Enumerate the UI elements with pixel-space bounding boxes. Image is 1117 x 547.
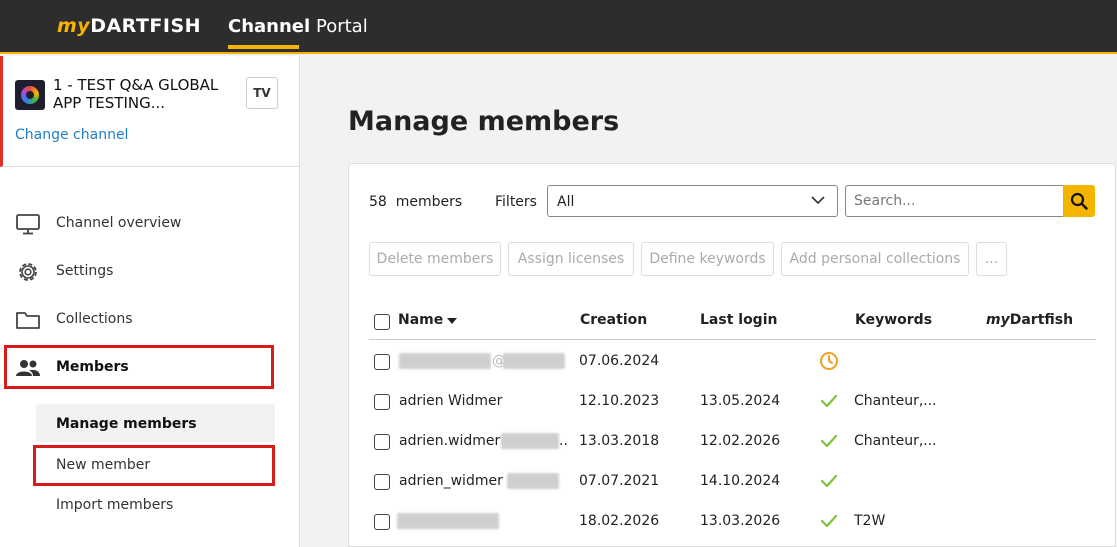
- last-login-date: 12.02.2026: [700, 433, 781, 449]
- creation-date: 07.06.2024: [579, 353, 660, 369]
- table-row[interactable]: @ 07.06.2024: [369, 341, 1096, 381]
- active-nav-indicator: [228, 45, 299, 49]
- member-name: adrien.widmer: [399, 433, 501, 449]
- search-input[interactable]: [845, 185, 1064, 217]
- subnav-manage-members[interactable]: Manage members: [36, 404, 275, 442]
- check-icon: [820, 434, 838, 448]
- select-all-checkbox[interactable]: [374, 314, 390, 330]
- members-count: 58 members: [369, 194, 463, 210]
- check-icon: [820, 394, 838, 408]
- highlight-box-members: [4, 345, 274, 389]
- channel-card: 1 - TEST Q&A GLOBAL APP TESTING... TV Ch…: [0, 56, 299, 167]
- redacted-name: [397, 513, 499, 529]
- search-button[interactable]: [1063, 185, 1095, 217]
- delete-members-button[interactable]: Delete members: [369, 242, 501, 276]
- redacted-name: [507, 473, 559, 489]
- table-row[interactable]: adrien Widmer 12.10.2023 13.05.2024 Chan…: [369, 381, 1096, 421]
- sidebar: 1 - TEST Q&A GLOBAL APP TESTING... TV Ch…: [0, 56, 300, 547]
- redacted-name: [501, 433, 559, 449]
- redacted-name: [399, 353, 491, 369]
- chevron-down-icon: [811, 196, 825, 205]
- filters-label: Filters: [495, 194, 537, 210]
- column-last-login[interactable]: Last login: [700, 312, 777, 328]
- folder-icon: [16, 312, 40, 329]
- filter-select[interactable]: All: [547, 185, 838, 217]
- last-login-date: 13.05.2024: [700, 393, 781, 409]
- table-header: Name Creation Last login Keywords myDart…: [369, 304, 1096, 340]
- row-checkbox[interactable]: [374, 474, 390, 490]
- member-name: adrien Widmer: [399, 393, 503, 409]
- keywords: Chanteur,...: [854, 393, 937, 409]
- channel-type-badge: TV: [246, 77, 278, 109]
- table-row[interactable]: adrien.widmer .. 13.03.2018 12.02.2026 C…: [369, 421, 1096, 461]
- table-row[interactable]: adrien_widmer 07.07.2021 14.10.2024: [369, 461, 1096, 501]
- row-checkbox[interactable]: [374, 434, 390, 450]
- clock-icon: [820, 352, 838, 370]
- sort-desc-icon[interactable]: [447, 318, 457, 324]
- mydartfish-logo[interactable]: myDARTFISH: [57, 15, 201, 37]
- more-actions-button[interactable]: ...: [976, 242, 1007, 276]
- assign-licenses-button[interactable]: Assign licenses: [508, 242, 634, 276]
- change-channel-link[interactable]: Change channel: [15, 127, 128, 143]
- sidebar-item-label: Channel overview: [56, 215, 182, 231]
- add-personal-collections-button[interactable]: Add personal collections: [781, 242, 969, 276]
- name-ellipsis: ..: [559, 433, 568, 449]
- creation-date: 18.02.2026: [579, 513, 660, 529]
- row-checkbox[interactable]: [374, 514, 390, 530]
- column-name[interactable]: Name: [398, 312, 443, 328]
- sidebar-item-collections[interactable]: Collections: [0, 300, 299, 340]
- redacted-name: [503, 353, 565, 369]
- check-icon: [820, 514, 838, 528]
- monitor-icon: [16, 214, 40, 235]
- column-mydartfish[interactable]: myDartfish: [986, 312, 1073, 328]
- column-creation[interactable]: Creation: [580, 312, 647, 328]
- sidebar-item-channel-overview[interactable]: Channel overview: [0, 204, 299, 244]
- last-login-date: 13.03.2026: [700, 513, 781, 529]
- column-keywords[interactable]: Keywords: [855, 312, 932, 328]
- search-icon: [1070, 192, 1088, 210]
- highlight-box-new-member: [33, 445, 275, 486]
- row-checkbox[interactable]: [374, 354, 390, 370]
- sidebar-item-settings[interactable]: Settings: [0, 252, 299, 292]
- subnav-label: Manage members: [56, 416, 197, 432]
- sidebar-item-label: Settings: [56, 263, 114, 279]
- channel-logo: [15, 80, 45, 110]
- subnav-label: Import members: [56, 497, 174, 513]
- table-row[interactable]: 18.02.2026 13.03.2026 T2W: [369, 501, 1096, 541]
- nav-channel[interactable]: Channel: [228, 16, 310, 37]
- filter-value: All: [557, 194, 575, 210]
- row-checkbox[interactable]: [374, 394, 390, 410]
- channel-name: 1 - TEST Q&A GLOBAL APP TESTING...: [53, 76, 219, 112]
- keywords: T2W: [854, 513, 886, 529]
- nav-portal[interactable]: Portal: [316, 16, 368, 37]
- top-bar: myDARTFISH Channel Portal: [0, 0, 1117, 54]
- creation-date: 07.07.2021: [579, 473, 660, 489]
- page-title: Manage members: [348, 106, 620, 137]
- define-keywords-button[interactable]: Define keywords: [641, 242, 774, 276]
- members-panel: 58 members Filters All Delete members As…: [348, 163, 1116, 547]
- last-login-date: 14.10.2024: [700, 473, 781, 489]
- sidebar-item-label: Collections: [56, 311, 133, 327]
- gear-icon: [19, 263, 37, 281]
- check-icon: [820, 474, 838, 488]
- creation-date: 12.10.2023: [579, 393, 660, 409]
- creation-date: 13.03.2018: [579, 433, 660, 449]
- subnav-import-members[interactable]: Import members: [36, 485, 275, 523]
- keywords: Chanteur,...: [854, 433, 937, 449]
- member-name: adrien_widmer: [399, 473, 503, 489]
